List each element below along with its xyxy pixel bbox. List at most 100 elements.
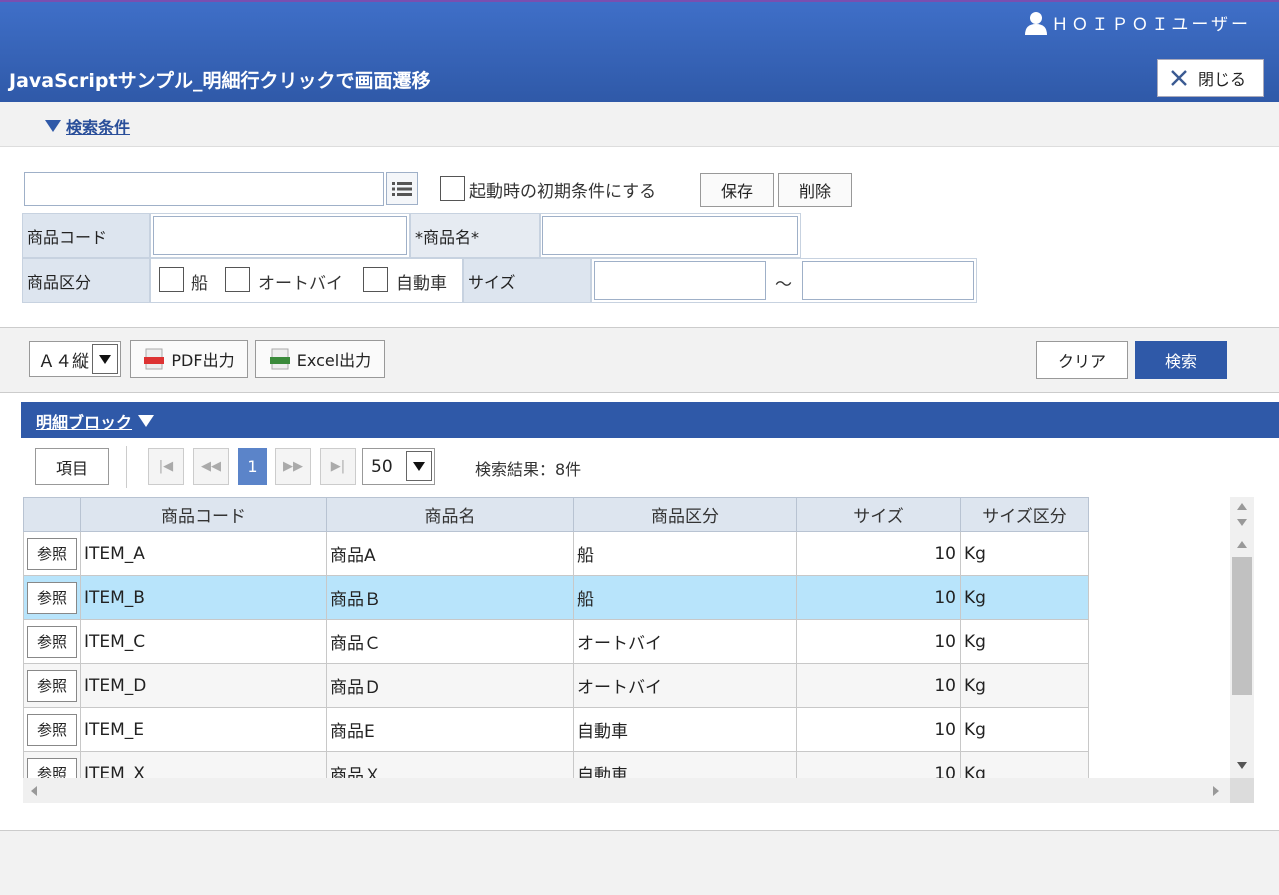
row-name: 商品Ｄ	[326, 663, 574, 708]
scroll-thumb[interactable]	[1232, 557, 1252, 695]
product-code-input[interactable]	[153, 216, 407, 255]
excel-export-button[interactable]: Excel出力	[255, 340, 385, 378]
columns-button[interactable]: 項目	[35, 448, 109, 485]
user-menu[interactable]: ＨＯＩＰＯＩユーザー	[1025, 10, 1251, 35]
results-grid: 商品コード 商品名 商品区分 サイズ サイズ区分 参照 ITEM_A 商品A 船…	[23, 497, 1090, 778]
scroll-up-icon[interactable]	[1237, 541, 1247, 548]
column-header	[23, 497, 81, 532]
scroll-right-icon[interactable]	[1213, 786, 1219, 796]
paper-size-select[interactable]: Ａ４縦	[29, 341, 121, 377]
size-range-separator: ～	[775, 275, 792, 295]
scroll-up-icon[interactable]	[1237, 503, 1247, 510]
results-table: 商品コード 商品名 商品区分 サイズ サイズ区分 参照 ITEM_A 商品A 船…	[23, 497, 1089, 778]
excel-icon	[269, 348, 290, 370]
user-icon	[1025, 11, 1048, 35]
size-from-input[interactable]	[594, 261, 766, 300]
reference-button[interactable]: 参照	[27, 581, 77, 614]
pdf-export-button[interactable]: PDF出力	[130, 340, 248, 378]
next-page-icon[interactable]: ▶▶	[275, 448, 311, 485]
row-code: ITEM_D	[80, 663, 327, 708]
product-code-label: 商品コード	[22, 213, 150, 258]
close-label: 閉じる	[1198, 70, 1247, 89]
row-size: 10	[796, 707, 961, 752]
dropdown-arrow-icon	[92, 344, 118, 374]
table-row[interactable]: 参照 ITEM_E 商品E 自動車 10 Kg	[23, 707, 1089, 752]
vertical-scrollbar[interactable]	[1230, 497, 1254, 778]
default-condition-label: 起動時の初期条件にする	[469, 182, 657, 202]
user-name: ＨＯＩＰＯＩユーザー	[1051, 15, 1251, 35]
scroll-corner	[1230, 778, 1254, 803]
row-name: 商品Ｘ	[326, 751, 574, 778]
row-unit: Kg	[960, 707, 1089, 752]
pdf-export-label: PDF出力	[171, 351, 235, 370]
row-code: ITEM_A	[80, 531, 327, 576]
horizontal-scrollbar[interactable]	[23, 778, 1254, 803]
page-title: JavaScriptサンプル_明細行クリックで画面遷移	[9, 70, 431, 92]
column-header[interactable]: 商品名	[326, 497, 574, 532]
product-name-input[interactable]	[542, 216, 798, 255]
scroll-down-icon[interactable]	[1237, 519, 1247, 526]
table-row[interactable]: 参照 ITEM_C 商品Ｃ オートバイ 10 Kg	[23, 619, 1089, 664]
default-condition-checkbox[interactable]	[440, 176, 465, 201]
row-unit: Kg	[960, 619, 1089, 664]
prev-page-icon[interactable]: ◀◀	[193, 448, 229, 485]
clear-button[interactable]: クリア	[1036, 341, 1128, 379]
table-row-selected[interactable]: 参照 ITEM_B 商品Ｂ 船 10 Kg	[23, 575, 1089, 620]
pager-divider	[126, 446, 127, 488]
column-header[interactable]: サイズ	[796, 497, 961, 532]
row-unit: Kg	[960, 663, 1089, 708]
row-unit: Kg	[960, 531, 1089, 576]
reference-button[interactable]: 参照	[27, 625, 77, 658]
scroll-left-icon[interactable]	[31, 786, 37, 796]
detail-block-toggle[interactable]: 明細ブロック	[36, 409, 155, 433]
table-row[interactable]: 参照 ITEM_A 商品A 船 10 Kg	[23, 531, 1089, 576]
row-code: ITEM_X	[80, 751, 327, 778]
conditions-bar	[0, 102, 1279, 147]
save-button[interactable]: 保存	[700, 173, 774, 207]
excel-export-label: Excel出力	[296, 351, 372, 370]
app-header: ＨＯＩＰＯＩユーザー JavaScriptサンプル_明細行クリックで画面遷移 閉…	[0, 0, 1279, 102]
detail-block-bar	[21, 402, 1279, 438]
category-car-checkbox[interactable]	[363, 267, 388, 292]
row-category: 船	[573, 575, 797, 620]
collapse-triangle-icon	[138, 415, 155, 427]
table-row[interactable]: 参照 ITEM_D 商品Ｄ オートバイ 10 Kg	[23, 663, 1089, 708]
footer-divider	[0, 830, 1279, 831]
delete-button[interactable]: 削除	[778, 173, 852, 207]
size-to-input[interactable]	[802, 261, 974, 300]
column-header[interactable]: 商品コード	[80, 497, 327, 532]
product-name-label: *商品名*	[410, 213, 540, 258]
row-category: 船	[573, 531, 797, 576]
row-category: 自動車	[573, 707, 797, 752]
reference-button[interactable]: 参照	[27, 713, 77, 746]
category-motorcycle-checkbox[interactable]	[225, 267, 250, 292]
conditions-toggle[interactable]: 検索条件	[45, 114, 130, 138]
condition-list-button[interactable]	[386, 172, 418, 205]
row-size: 10	[796, 751, 961, 778]
table-header: 商品コード 商品名 商品区分 サイズ サイズ区分	[23, 497, 1089, 532]
reference-button[interactable]: 参照	[27, 669, 77, 702]
close-icon	[1171, 70, 1187, 86]
row-name: 商品Ｃ	[326, 619, 574, 664]
close-button[interactable]: 閉じる	[1157, 59, 1264, 97]
category-label: 商品区分	[22, 258, 150, 303]
pdf-icon	[144, 348, 165, 370]
row-category: オートバイ	[573, 619, 797, 664]
scroll-down-icon[interactable]	[1237, 762, 1247, 769]
row-size: 10	[796, 531, 961, 576]
table-row[interactable]: 参照 ITEM_X 商品Ｘ 自動車 10 Kg	[23, 751, 1089, 778]
dropdown-arrow-icon	[406, 451, 432, 481]
current-page[interactable]: 1	[238, 448, 267, 485]
row-code: ITEM_B	[80, 575, 327, 620]
row-name: 商品E	[326, 707, 574, 752]
reference-button[interactable]: 参照	[27, 757, 77, 778]
page-size-select[interactable]: 50	[362, 448, 435, 485]
last-page-icon[interactable]: ▶|	[320, 448, 356, 485]
column-header[interactable]: サイズ区分	[960, 497, 1089, 532]
first-page-icon[interactable]: |◀	[148, 448, 184, 485]
reference-button[interactable]: 参照	[27, 537, 77, 570]
column-header[interactable]: 商品区分	[573, 497, 797, 532]
search-button[interactable]: 検索	[1135, 341, 1227, 379]
saved-condition-input[interactable]	[24, 172, 384, 206]
category-ship-checkbox[interactable]	[159, 267, 184, 292]
